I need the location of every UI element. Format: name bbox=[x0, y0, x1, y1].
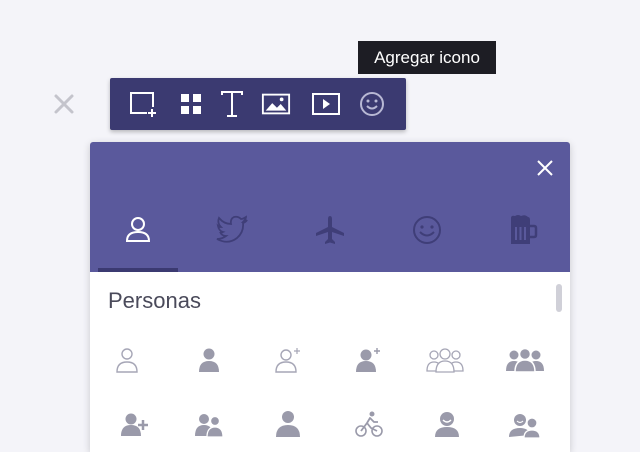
text-icon bbox=[221, 91, 243, 117]
smiley-icon bbox=[413, 216, 441, 244]
tab-personas[interactable] bbox=[98, 204, 178, 272]
user-icon[interactable] bbox=[266, 406, 310, 442]
group-outline-icon[interactable] bbox=[423, 342, 467, 378]
panel-close-button[interactable] bbox=[533, 156, 557, 180]
couple-icon[interactable] bbox=[187, 406, 231, 442]
scrollbar[interactable] bbox=[556, 284, 562, 312]
tab-emoji[interactable] bbox=[387, 204, 467, 272]
panel-header bbox=[90, 142, 570, 272]
text-button[interactable] bbox=[217, 89, 247, 119]
grid-icon bbox=[181, 94, 201, 114]
close-icon[interactable] bbox=[52, 92, 76, 116]
section-title: Personas bbox=[108, 288, 201, 313]
beer-mug-icon bbox=[511, 215, 538, 244]
icon-picker-panel: Personas bbox=[90, 142, 570, 452]
person-add-outline-icon[interactable] bbox=[266, 342, 310, 378]
tab-food[interactable] bbox=[482, 204, 562, 272]
editor-toolbar bbox=[110, 78, 406, 130]
tab-travel[interactable] bbox=[290, 204, 370, 272]
cyclist-icon[interactable] bbox=[347, 406, 391, 442]
video-button[interactable] bbox=[311, 89, 341, 119]
add-frame-button[interactable] bbox=[128, 89, 158, 119]
person-outline-icon[interactable] bbox=[105, 342, 149, 378]
users-chat-icon[interactable] bbox=[503, 406, 547, 442]
person-icon bbox=[125, 217, 151, 242]
active-tab-indicator bbox=[98, 268, 178, 272]
image-icon bbox=[261, 93, 291, 115]
twitter-bird-icon bbox=[216, 215, 248, 243]
grid-button[interactable] bbox=[176, 89, 206, 119]
video-icon bbox=[312, 93, 340, 115]
add-icon-button[interactable] bbox=[357, 89, 387, 119]
tooltip: Agregar icono bbox=[358, 41, 496, 74]
airplane-icon bbox=[316, 216, 344, 244]
close-icon bbox=[537, 160, 553, 176]
tab-social[interactable] bbox=[193, 204, 273, 272]
image-button[interactable] bbox=[261, 89, 291, 119]
smiley-icon bbox=[360, 92, 384, 116]
person-solid-icon[interactable] bbox=[187, 342, 231, 378]
group-solid-icon[interactable] bbox=[503, 342, 547, 378]
person-plus-icon[interactable] bbox=[112, 406, 156, 442]
user-smile-icon[interactable] bbox=[425, 406, 469, 442]
add-frame-icon bbox=[130, 92, 157, 117]
person-add-solid-icon[interactable] bbox=[346, 342, 390, 378]
